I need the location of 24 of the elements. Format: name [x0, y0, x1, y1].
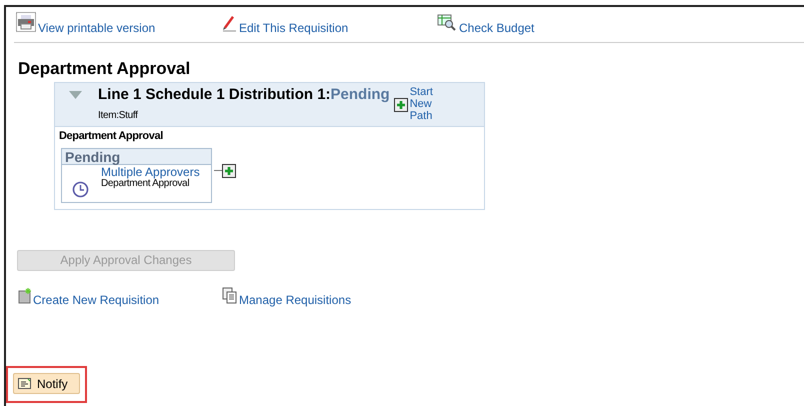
- printer-icon: [16, 12, 36, 32]
- approver-link[interactable]: Multiple Approvers: [101, 166, 200, 178]
- status-text: Pending: [330, 87, 390, 102]
- add-icon[interactable]: [394, 98, 408, 112]
- clock-icon: [72, 181, 89, 198]
- notify-button[interactable]: Notify: [13, 373, 80, 394]
- link[interactable]: Create New Requisition: [33, 294, 160, 306]
- add-step-icon[interactable]: [222, 164, 236, 178]
- link[interactable]: Edit This Requisition: [239, 22, 348, 34]
- step-role: Department Approval: [101, 178, 190, 190]
- item-text: Item:Stuff: [98, 111, 139, 121]
- start-new-path-link[interactable]: Start New Path: [410, 86, 440, 126]
- link[interactable]: Manage Requisitions: [239, 294, 352, 306]
- note-icon: [18, 378, 31, 389]
- budget-search-icon: [437, 14, 457, 32]
- new-document-icon: [18, 288, 32, 304]
- stage-label: Department Approval: [59, 131, 164, 142]
- pencil-icon: [221, 14, 237, 32]
- step-status: Pending: [62, 149, 211, 165]
- section-heading: Department Approval: [18, 60, 192, 77]
- link[interactable]: View printable version: [38, 22, 156, 34]
- link[interactable]: Check Budget: [459, 22, 534, 34]
- line-title: Line 1 Schedule 1 Distribution 1:: [98, 87, 331, 102]
- documents-icon: [222, 287, 238, 304]
